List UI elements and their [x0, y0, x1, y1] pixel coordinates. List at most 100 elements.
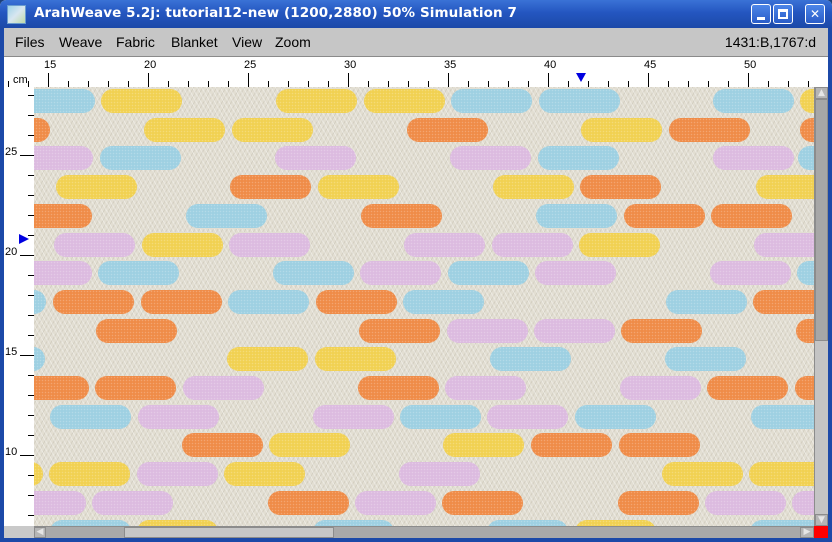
fabric-motif-pink [754, 232, 814, 257]
horizontal-scrollbar[interactable]: ◀ ▶ [34, 526, 814, 538]
maximize-icon [778, 9, 788, 19]
fabric-motif-pink [534, 318, 615, 343]
menu-bar: Files Weave Fabric Blanket View Zoom 143… [4, 28, 828, 57]
close-button[interactable]: ✕ [805, 4, 825, 24]
minimize-icon [757, 17, 765, 20]
close-icon: ✕ [809, 7, 821, 21]
fabric-motif-yellow [142, 232, 223, 257]
fabric-motif-pink [229, 232, 310, 257]
fabric-motif-pink [710, 261, 791, 286]
fabric-motif-orange [316, 289, 397, 314]
fabric-motif-yellow [269, 433, 350, 458]
fabric-motif-orange [230, 175, 311, 200]
fabric-motif-pink [487, 404, 568, 429]
fabric-motif-blue [538, 146, 619, 171]
minimize-button[interactable] [751, 4, 771, 24]
fabric-motif-blue [713, 89, 794, 113]
horizontal-position-marker[interactable] [576, 73, 586, 82]
fabric-motif-blue [751, 404, 814, 429]
fabric-motif-blue [666, 289, 747, 314]
fabric-motif-yellow [276, 89, 357, 113]
fabric-motif-pink [705, 490, 786, 515]
fabric-motif-blue [536, 203, 617, 228]
window-frame-right [828, 28, 832, 542]
ruler-major-tick [648, 73, 649, 87]
fabric-motif-pink [360, 261, 441, 286]
fabric-motif-orange [711, 203, 792, 228]
fabric-motif-blue [34, 289, 46, 314]
fabric-motif-yellow [56, 175, 137, 200]
menu-weave[interactable]: Weave [59, 34, 102, 50]
vertical-scrollbar[interactable]: ▲ ▼ [814, 87, 828, 526]
maximize-button[interactable] [773, 4, 793, 24]
fabric-motif-blue [186, 203, 267, 228]
scroll-down-button[interactable]: ▼ [815, 514, 828, 526]
fabric-motif-pink [313, 404, 394, 429]
fabric-motif-orange [669, 117, 750, 142]
title-bar[interactable]: ArahWeave 5.2j: tutorial12-new (1200,288… [0, 0, 832, 28]
fabric-motif-yellow [49, 462, 130, 487]
scroll-right-button[interactable]: ▶ [800, 527, 814, 538]
fabric-motif-orange [618, 490, 699, 515]
scroll-left-button[interactable]: ◀ [34, 527, 46, 538]
fabric-motif-pink [183, 376, 264, 400]
fabric-motif-yellow [101, 89, 182, 113]
fabric-motif-orange [268, 490, 349, 515]
fabric-motif-orange [624, 203, 705, 228]
fabric-motif-blue [490, 347, 571, 372]
fabric-motif-blue [448, 261, 529, 286]
fabric-motif-orange [407, 117, 488, 142]
fabric-motif-pink [450, 146, 531, 171]
fabric-motif-orange [531, 433, 612, 458]
menu-blanket[interactable]: Blanket [171, 34, 218, 50]
ruler-major-tick [748, 73, 749, 87]
menu-fabric[interactable]: Fabric [116, 34, 155, 50]
window-frame-bottom [0, 538, 832, 542]
menu-zoom[interactable]: Zoom [275, 34, 311, 50]
fabric-simulation-canvas[interactable] [34, 87, 814, 526]
vertical-scroll-thumb[interactable] [815, 99, 828, 341]
fabric-motif-pink [138, 404, 219, 429]
fabric-motif-blue [451, 89, 532, 113]
fabric-motif-pink [492, 232, 573, 257]
fabric-motif-yellow [224, 462, 305, 487]
ruler-left-label: 10 [5, 446, 18, 458]
window-frame-left [0, 28, 4, 542]
fabric-motif-yellow [227, 347, 308, 372]
fabric-motif-orange [95, 376, 176, 400]
fabric-motif-yellow [318, 175, 399, 200]
fabric-motif-pink [404, 232, 485, 257]
fabric-motif-blue [400, 404, 481, 429]
fabric-motif-orange [34, 376, 89, 400]
fabric-motif-blue [798, 146, 814, 171]
app-window: ArahWeave 5.2j: tutorial12-new (1200,288… [0, 0, 832, 542]
fabric-motif-yellow [581, 117, 662, 142]
horizontal-ruler: cm 15 20 25 30 35 40 45 50 [4, 57, 828, 87]
ruler-unit-label: cm [13, 74, 28, 86]
fabric-motif-blue [665, 347, 746, 372]
fabric-motif-pink [34, 490, 86, 515]
ruler-top-label: 50 [744, 59, 757, 71]
fabric-motif-blue [34, 89, 95, 113]
fabric-motif-pink [445, 376, 526, 400]
fabric-motif-blue [100, 146, 181, 171]
menu-files[interactable]: Files [15, 34, 45, 50]
fabric-motif-pink [54, 232, 135, 257]
fabric-motif-blue [539, 89, 620, 113]
fabric-motif-yellow [800, 89, 814, 113]
ruler-top-label: 45 [644, 59, 657, 71]
horizontal-scroll-thumb[interactable] [124, 527, 334, 538]
fabric-motif-blue [797, 261, 814, 286]
ruler-top-label: 20 [144, 59, 157, 71]
fabric-motif-yellow [232, 117, 313, 142]
fabric-motif-blue [34, 347, 45, 372]
ruler-major-tick [20, 155, 34, 156]
fabric-motif-yellow [443, 433, 524, 458]
ruler-major-tick [20, 455, 34, 456]
fabric-motif-pink [792, 490, 814, 515]
menu-view[interactable]: View [232, 34, 262, 50]
fabric-motif-yellow [144, 117, 225, 142]
fabric-motif-pink [713, 146, 794, 171]
scroll-up-button[interactable]: ▲ [815, 87, 828, 99]
ruler-top-label: 30 [344, 59, 357, 71]
